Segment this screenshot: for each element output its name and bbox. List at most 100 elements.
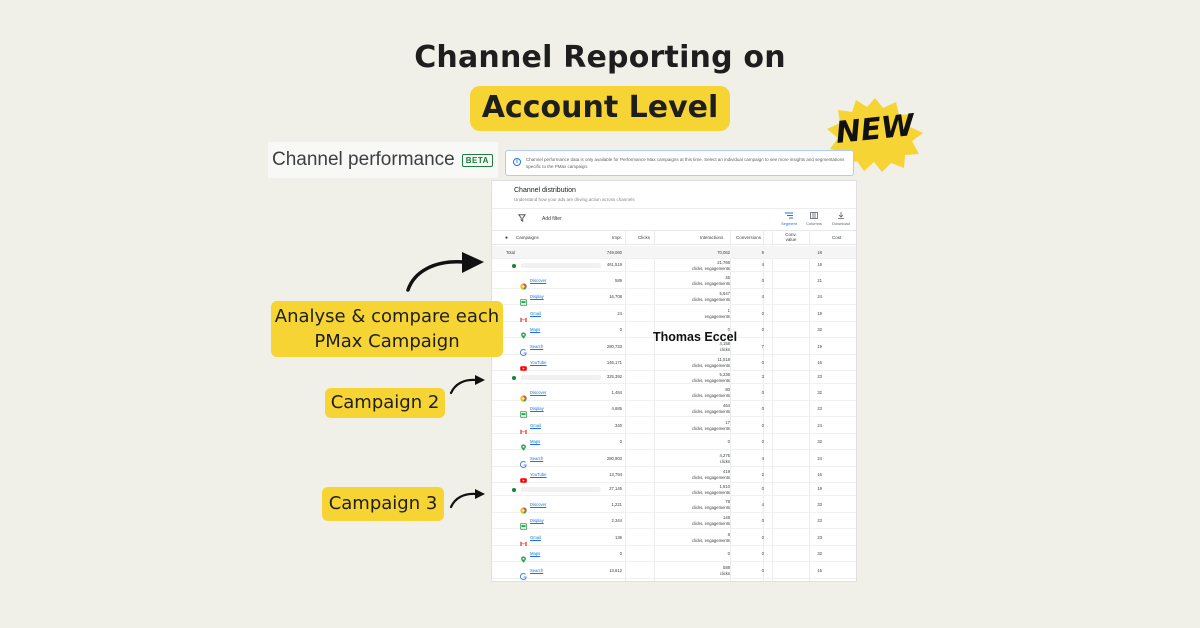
channel-name-link[interactable]: Maps	[530, 327, 540, 332]
maps-icon	[520, 438, 527, 451]
col-cost[interactable]: Cost	[832, 235, 841, 240]
table-row-channel[interactable]: Display 16,708 5,647 clicks, engagements 4 24	[492, 289, 856, 306]
channel-conversions: 0	[761, 406, 764, 411]
campaign-name-redacted[interactable]	[521, 487, 601, 492]
table-row-channel[interactable]: Gmail 24 1 engagements 0 19	[492, 305, 856, 322]
channel-name-link[interactable]: Display	[530, 406, 544, 411]
total-label: Total	[506, 250, 515, 255]
table-row-channel[interactable]: Discover 589 46 clicks, engagements 0 21	[492, 272, 856, 290]
channel-name-link[interactable]: Display	[530, 294, 544, 299]
channel-name-link[interactable]: Discover	[530, 390, 546, 395]
discover-icon	[520, 277, 527, 290]
total-impr: 749,060	[606, 250, 622, 255]
channel-interactions: 78 clicks, engagements	[692, 498, 730, 510]
headline-title: Channel Reporting on	[414, 40, 786, 75]
channel-interactions: 5,647 clicks, engagements	[692, 291, 730, 302]
table-row-channel[interactable]: YouTube 13,794 419 clicks, engagements 2 16	[492, 467, 856, 483]
table-header: ● Campaigns Impr. Clicks Interactions Co…	[492, 230, 856, 245]
channel-name-link[interactable]: Maps	[530, 551, 540, 556]
table-row-channel[interactable]: Gmail 340 17 clicks, engagements 0 24	[492, 417, 856, 434]
channel-cost: 15	[817, 567, 822, 573]
channel-cost: 24	[817, 422, 822, 428]
channel-name-link[interactable]: Gmail	[530, 311, 541, 316]
campaign-name-redacted[interactable]	[521, 375, 601, 380]
channel-conversions: 0	[761, 327, 764, 332]
table-row-channel[interactable]: Display 4,685 464 clicks, engagements 0 23	[492, 401, 856, 418]
annotation-label-pmax: Analyse & compare each PMax Campaign	[271, 301, 503, 357]
download-label: Download	[832, 221, 850, 226]
col-impr[interactable]: Impr.	[612, 235, 622, 240]
col-clicks[interactable]: Clicks	[638, 235, 650, 240]
col-conv-value[interactable]: Conv. value	[782, 232, 800, 242]
col-interactions[interactable]: Interactions	[700, 235, 723, 240]
channel-name-link[interactable]: Search	[530, 456, 543, 461]
table-row-campaign-1[interactable]: 461,519 21,766 clicks, engagements 4 16	[492, 259, 856, 272]
campaign-status-dot	[512, 488, 516, 492]
table-row-channel[interactable]: Discover 1,484 80 clicks, engagements 0 32	[492, 384, 856, 402]
page-title: Channel performance	[272, 149, 455, 170]
channel-impr: 1,484	[611, 389, 622, 395]
channel-name-link[interactable]: Discover	[530, 502, 546, 507]
channel-name-link[interactable]: Display	[530, 518, 544, 523]
campaign-interactions: 21,766 clicks, engagements	[692, 259, 730, 271]
annotation-label-pmax-line2: PMax Campaign	[314, 331, 460, 352]
channel-cost: 23	[817, 518, 822, 523]
filter-icon[interactable]	[518, 214, 526, 222]
channel-impr: 340	[615, 422, 622, 428]
table-row-channel[interactable]: Maps 0 0 0 32	[492, 546, 856, 563]
channel-interactions: 0	[727, 439, 730, 444]
channel-conversions: 0	[761, 551, 764, 556]
add-filter-button[interactable]: Add filter	[542, 216, 562, 222]
table-row-total[interactable]: Total 749,060 70,062 9 18	[492, 246, 856, 259]
channel-cost: 19	[817, 343, 822, 349]
channel-cost: 16	[817, 360, 822, 365]
campaign-conversions: 3	[761, 374, 764, 379]
channel-cost: 24	[817, 455, 822, 461]
channel-name-link[interactable]: Maps	[530, 439, 540, 444]
channel-impr: 24	[617, 310, 622, 316]
total-cost: 18	[817, 250, 822, 255]
channel-name-link[interactable]: Gmail	[530, 423, 541, 428]
table-row-channel[interactable]: YouTube 146,171 11,518 clicks, engagements 0…	[492, 355, 856, 371]
channel-impr: 4,685	[611, 406, 622, 411]
channel-interactions: 148 clicks, engagements	[692, 515, 730, 526]
display-icon	[519, 517, 528, 530]
columns-button[interactable]: Columns	[799, 212, 829, 226]
campaign-name-redacted[interactable]	[521, 263, 601, 268]
table-row-campaign-3[interactable]: 27,145 1,810 clicks, engagements 0 19	[492, 483, 856, 496]
table-row-channel[interactable]: Gmail 136 8 clicks, engagements 0 23	[492, 529, 856, 546]
channel-conversions: 0	[761, 360, 764, 365]
table-row-channel[interactable]: Maps 0 0 0 32	[492, 434, 856, 451]
channel-name-link[interactable]: Discover	[530, 278, 546, 283]
youtube-icon	[520, 471, 527, 483]
channel-interactions: 4,275 clicks	[719, 452, 730, 464]
channel-conversions: 0	[761, 310, 764, 316]
select-all-dot[interactable]: ●	[505, 235, 508, 241]
col-campaigns[interactable]: Campaigns	[516, 235, 539, 240]
channel-name-link[interactable]: Gmail	[530, 535, 541, 540]
channel-name-link[interactable]: Search	[530, 344, 543, 349]
channel-impr: 0	[619, 327, 622, 332]
table-row-channel[interactable]: Discover 1,221 78 clicks, engagements 4 33	[492, 496, 856, 514]
channel-cost: 32	[817, 389, 822, 395]
campaign-impr: 461,519	[606, 262, 622, 267]
channel-impr: 13,612	[609, 567, 622, 573]
channel-name-link[interactable]: YouTube	[530, 472, 546, 477]
channel-interactions: 419 clicks, engagements	[692, 469, 730, 480]
search-g-icon	[520, 455, 527, 468]
col-conversions[interactable]: Conversions	[736, 235, 761, 240]
channel-name-link[interactable]: YouTube	[530, 360, 546, 365]
table-row-channel[interactable]: Display 2,344 148 clicks, engagements 0 23	[492, 513, 856, 530]
table-row-campaign-2[interactable]: 325,392 5,236 clicks, engagements 3 23	[492, 371, 856, 384]
channel-cost: 33	[817, 501, 822, 507]
table-row-channel[interactable]: Search 280,903 4,275 clicks 4 24	[492, 450, 856, 468]
download-button[interactable]: Download	[826, 212, 856, 226]
campaign-cost: 23	[817, 374, 822, 379]
channel-name-link[interactable]: Search	[530, 568, 543, 573]
channel-interactions: 588 clicks	[719, 564, 730, 576]
table-row-channel[interactable]: Search 13,612 588 clicks 0 15	[492, 562, 856, 580]
channel-conversions: 7	[761, 343, 764, 349]
campaign-interactions: 1,810 clicks, engagements	[692, 483, 730, 495]
watermark: Thomas Eccel	[653, 330, 738, 344]
gmail-icon	[520, 422, 527, 434]
